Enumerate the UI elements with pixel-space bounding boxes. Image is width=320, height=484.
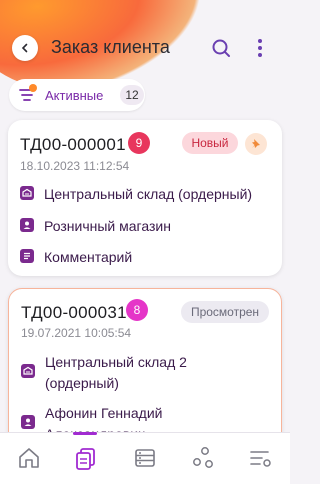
more-vert-icon[interactable] bbox=[250, 37, 270, 59]
active-tab-indicator bbox=[73, 432, 97, 435]
search-icon[interactable] bbox=[210, 37, 232, 59]
orders-icon[interactable] bbox=[73, 445, 99, 471]
order-number: ТД00-000031 bbox=[21, 303, 127, 322]
comment-icon bbox=[20, 249, 34, 263]
warehouse-icon bbox=[20, 186, 34, 200]
chevron-left-icon bbox=[21, 43, 28, 53]
order-number: ТД00-000001 bbox=[20, 135, 126, 154]
pin-icon[interactable] bbox=[244, 132, 268, 156]
back-button[interactable] bbox=[12, 35, 38, 61]
warehouse-icon bbox=[21, 364, 35, 378]
filter-label: Активные bbox=[45, 88, 104, 103]
page-title: Заказ клиента bbox=[51, 37, 170, 57]
order-date: 19.07.2021 10:05:54 bbox=[21, 326, 132, 340]
status-badge: Новый bbox=[182, 132, 238, 154]
contact-icon bbox=[21, 415, 35, 429]
catalog-icon[interactable] bbox=[132, 445, 158, 471]
app-header: Заказ клиента bbox=[0, 28, 290, 68]
order-count-badge: 9 bbox=[128, 132, 150, 154]
settings-icon[interactable] bbox=[248, 445, 274, 471]
order-date: 18.10.2023 11:12:54 bbox=[20, 159, 130, 173]
order-card[interactable]: ТД00-000001 9 Новый 18.10.2023 11:12:54 … bbox=[8, 120, 282, 276]
order-count-badge: 8 bbox=[126, 299, 148, 321]
filter-chip-active[interactable]: Активные 12 bbox=[9, 79, 145, 111]
status-badge: Просмотрен bbox=[181, 301, 269, 323]
share-icon[interactable] bbox=[190, 445, 216, 471]
home-icon[interactable] bbox=[16, 445, 42, 471]
bottom-navigation bbox=[0, 432, 290, 484]
filter-indicator-dot bbox=[29, 84, 37, 92]
filter-count-badge: 12 bbox=[120, 85, 144, 105]
order-card[interactable]: ТД00-000031 8 Просмотрен 19.07.2021 10:0… bbox=[8, 288, 282, 448]
contact-icon bbox=[20, 218, 34, 232]
